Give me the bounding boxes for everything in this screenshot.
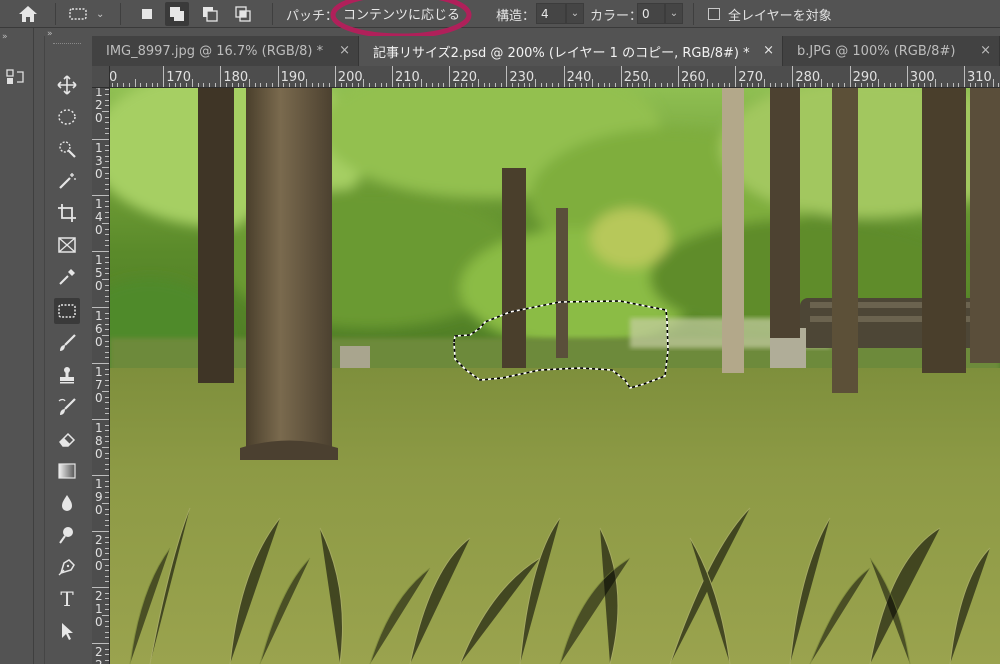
- clone-stamp-icon[interactable]: [54, 362, 80, 388]
- ruler-label: 190: [95, 477, 103, 517]
- type-icon[interactable]: T: [54, 586, 80, 612]
- tools-panel: » T: [44, 29, 86, 664]
- horizontal-ruler[interactable]: 0 170 180 190 200 210 220 230 240 250 260 270 280 290…: [110, 66, 1000, 88]
- add-to-selection-mode-button[interactable]: [165, 2, 189, 26]
- tab-article-resize-psd[interactable]: 記事リサイズ2.psd @ 200% (レイヤー 1 のコピー, RGB/8#)…: [359, 36, 783, 66]
- ruler-label: 180: [95, 421, 103, 461]
- close-icon[interactable]: ×: [339, 43, 350, 58]
- all-layers-label: 全レイヤーを対象: [728, 8, 832, 24]
- gradient-icon[interactable]: [54, 458, 80, 484]
- magic-wand-icon[interactable]: [54, 168, 80, 194]
- frame-icon[interactable]: [54, 232, 80, 258]
- ruler-origin[interactable]: [92, 66, 110, 88]
- brush-icon[interactable]: [54, 330, 80, 356]
- ruler-label: 190: [280, 70, 306, 85]
- patch-tool-icon[interactable]: [54, 298, 80, 324]
- color-field[interactable]: 0: [637, 3, 665, 24]
- blur-icon[interactable]: [54, 490, 80, 516]
- ruler-label: 200: [95, 533, 103, 573]
- ruler-label: 290: [852, 70, 878, 85]
- color-label: カラー：: [590, 8, 643, 24]
- structure-chevron-icon[interactable]: ⌄: [566, 3, 584, 24]
- tab-img-8997[interactable]: IMG_8997.jpg @ 16.7% (RGB/8) * ×: [92, 36, 359, 66]
- eyedropper-icon[interactable]: [54, 264, 80, 290]
- tab-b-jpg[interactable]: b.JPG @ 100% (RGB/8#) ×: [783, 36, 1000, 66]
- color-chevron-icon[interactable]: ⌄: [665, 3, 683, 24]
- ruler-label: 170: [95, 365, 103, 405]
- park-photo: [110, 88, 1000, 664]
- history-brush-icon[interactable]: [54, 394, 80, 420]
- new-selection-mode-button[interactable]: [135, 2, 159, 26]
- ruler-label: 270: [738, 70, 764, 85]
- pen-icon[interactable]: [54, 554, 80, 580]
- home-icon[interactable]: [14, 0, 42, 28]
- ruler-label: 130: [95, 141, 103, 181]
- close-icon[interactable]: ×: [980, 43, 991, 58]
- quick-selection-icon[interactable]: [54, 136, 80, 162]
- subtract-from-selection-mode-button[interactable]: [198, 2, 222, 26]
- document-canvas[interactable]: [110, 88, 1000, 664]
- ruler-label: 220: [452, 70, 478, 85]
- ruler-label: 250: [623, 70, 649, 85]
- vertical-ruler[interactable]: 120 130 140 150 160 170 180 190 200 210 220: [92, 88, 110, 664]
- ruler-label: 180: [223, 70, 249, 85]
- ruler-label: 160: [95, 309, 103, 349]
- separator: [120, 3, 121, 25]
- structure-label: 構造：: [496, 8, 536, 24]
- tab-label: 記事リサイズ2.psd @ 200% (レイヤー 1 のコピー, RGB/8#)…: [373, 45, 750, 61]
- move-tool-icon[interactable]: [54, 72, 80, 98]
- collapse-arrows-icon[interactable]: »: [2, 32, 8, 42]
- ruler-label: 0: [110, 70, 117, 85]
- ruler-label: 140: [95, 197, 103, 237]
- tab-label: b.JPG @ 100% (RGB/8#): [797, 43, 956, 59]
- eraser-icon[interactable]: [54, 426, 80, 452]
- document-tab-bar: IMG_8997.jpg @ 16.7% (RGB/8) * × 記事リサイズ2…: [92, 36, 1000, 66]
- toolbar-collapse-icon[interactable]: »: [47, 29, 53, 39]
- separator: [272, 3, 273, 25]
- checkbox-icon[interactable]: [708, 8, 720, 20]
- toolbar-grip[interactable]: [53, 43, 81, 45]
- ruler-label: 280: [795, 70, 821, 85]
- ruler-label: 300: [909, 70, 935, 85]
- crop-icon[interactable]: [54, 200, 80, 226]
- ellipse-marquee-icon[interactable]: [54, 104, 80, 130]
- intersect-selection-mode-button[interactable]: [231, 2, 255, 26]
- ruler-label: 150: [95, 253, 103, 293]
- ruler-label: 310: [967, 70, 992, 85]
- ruler-label: 230: [509, 70, 535, 85]
- panel-dock-strip: »: [0, 28, 34, 664]
- ruler-label: 200: [337, 70, 363, 85]
- tab-label: IMG_8997.jpg @ 16.7% (RGB/8) *: [106, 43, 324, 59]
- preset-chevron-icon[interactable]: ⌄: [96, 0, 104, 28]
- ruler-label: 220: [95, 645, 103, 664]
- ruler-label: 240: [566, 70, 592, 85]
- ruler-label: 170: [166, 70, 192, 85]
- dodge-icon[interactable]: [54, 522, 80, 548]
- separator: [55, 3, 56, 25]
- all-layers-checkbox[interactable]: [708, 0, 720, 28]
- separator: [693, 3, 694, 25]
- patch-tool-preset-icon[interactable]: [64, 0, 92, 28]
- options-bar: ⌄ パッチ： コンテンツに応じる 構造： 4 ⌄ カラー： 0 ⌄ 全レイヤーを…: [0, 0, 1000, 39]
- structure-field[interactable]: 4: [536, 3, 566, 24]
- ruler-label: 120: [95, 88, 103, 125]
- close-icon[interactable]: ×: [763, 43, 774, 58]
- ruler-label: 210: [95, 589, 103, 629]
- history-panel-icon[interactable]: [4, 66, 26, 92]
- path-selection-icon[interactable]: [54, 618, 80, 644]
- ruler-label: 260: [681, 70, 706, 85]
- ruler-label: 210: [395, 70, 420, 85]
